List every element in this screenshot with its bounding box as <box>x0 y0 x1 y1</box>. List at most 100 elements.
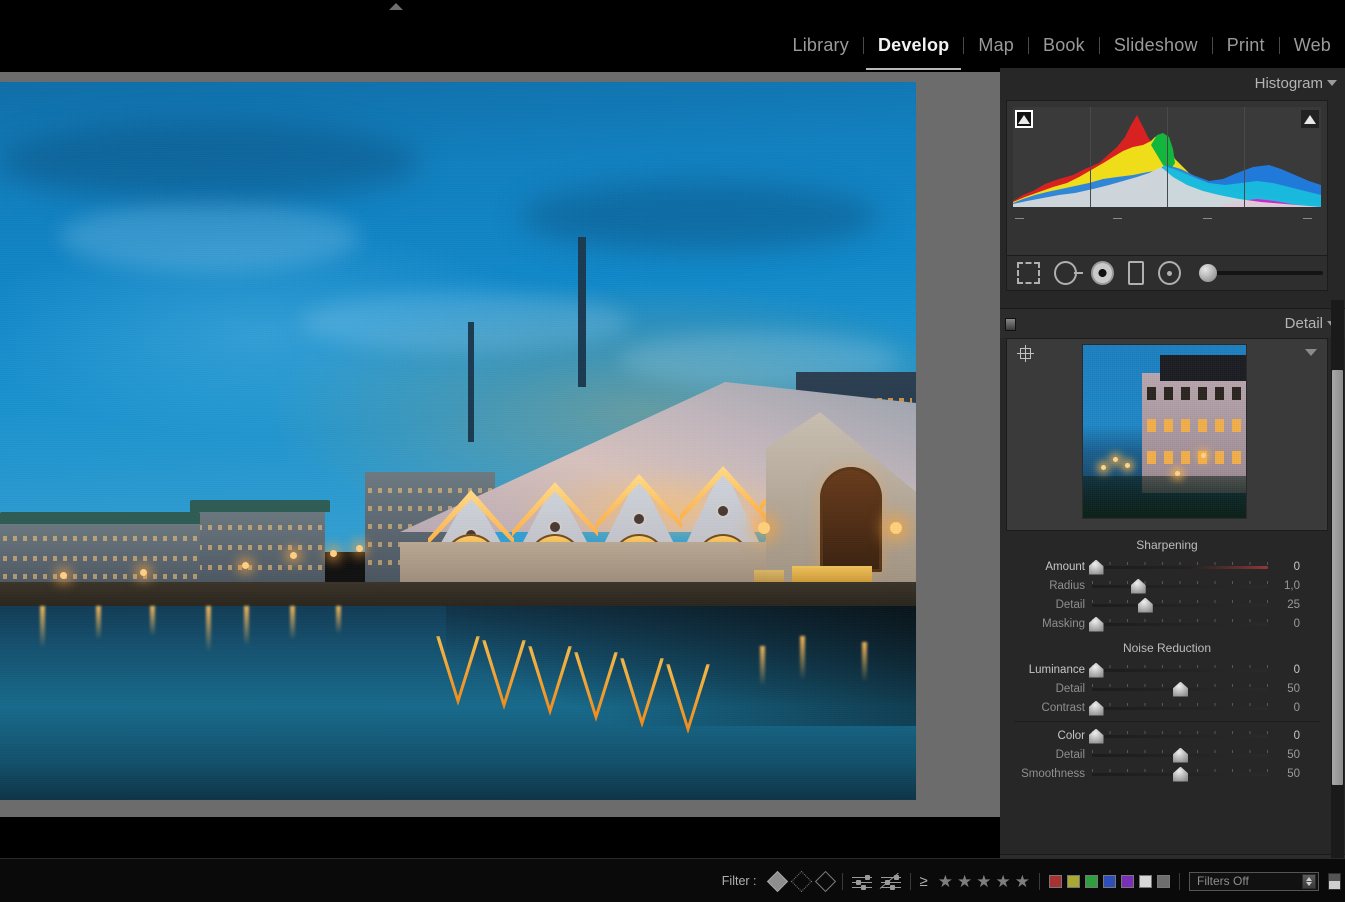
shadow-clipping-indicator[interactable] <box>1015 110 1033 128</box>
star-icon[interactable]: ★ <box>976 873 991 890</box>
noise-reduction-title: Noise Reduction <box>1122 641 1212 655</box>
flag-picked-icon[interactable] <box>766 870 788 892</box>
slider-value[interactable]: 50 <box>1268 683 1308 695</box>
star-rating-filter[interactable]: ★ ★ ★ ★ ★ <box>938 873 1030 890</box>
radial-filter-icon[interactable] <box>1158 261 1182 285</box>
color-label-swatch[interactable] <box>1085 874 1098 888</box>
preview-triangle-down-icon[interactable] <box>1305 349 1317 356</box>
star-icon[interactable]: ★ <box>1015 873 1030 890</box>
target-crosshair-icon[interactable] <box>1017 345 1034 362</box>
color-label-swatch[interactable] <box>1121 874 1134 888</box>
slider-value[interactable]: 0 <box>1268 618 1308 630</box>
module-library[interactable]: Library <box>779 35 863 56</box>
edited-photos-icon[interactable] <box>851 874 872 890</box>
slider-track[interactable] <box>1092 597 1268 613</box>
slider-label: Masking <box>1042 617 1085 630</box>
slider-value[interactable]: 50 <box>1268 768 1308 780</box>
filters-dropdown[interactable]: Filters Off <box>1189 871 1319 891</box>
slider-track[interactable] <box>1088 700 1268 716</box>
module-map[interactable]: Map <box>964 35 1028 56</box>
color-label-swatch[interactable] <box>1157 874 1170 888</box>
light-reflection-streak <box>244 606 249 646</box>
slider-track[interactable] <box>1092 766 1268 782</box>
histogram-graph[interactable] <box>1013 107 1321 207</box>
detail-panel-header[interactable]: Detail <box>1000 308 1345 338</box>
feskekorka-building <box>300 382 916 612</box>
slider-luminance[interactable]: Luminance 0 <box>1006 660 1328 679</box>
slider-label: Detail <box>1055 682 1085 695</box>
slider-value[interactable]: 50 <box>1268 749 1308 761</box>
module-slideshow[interactable]: Slideshow <box>1100 35 1212 56</box>
star-icon[interactable]: ★ <box>996 873 1011 890</box>
preview-lamp <box>1125 463 1130 468</box>
triangle-down-icon[interactable] <box>1327 80 1337 86</box>
crop-icon[interactable] <box>1017 262 1040 284</box>
module-develop[interactable]: Develop <box>864 35 963 56</box>
thumbnail-badge-icon[interactable] <box>1328 872 1341 890</box>
slider-amount[interactable]: Amount 0 <box>1006 557 1328 576</box>
slider-track[interactable] <box>1088 559 1268 575</box>
color-label-swatch[interactable] <box>1103 874 1116 888</box>
top-panel-toggle-icon[interactable] <box>389 3 403 10</box>
sharpening-title: Sharpening <box>1136 538 1198 552</box>
color-label-swatch[interactable] <box>1139 874 1152 888</box>
divider <box>1179 872 1180 890</box>
module-navigation: Library Develop Map Book Slideshow Print Web <box>779 28 1345 62</box>
slider-value[interactable]: 0 <box>1268 561 1308 573</box>
right-panel-scrollbar[interactable] <box>1331 300 1344 858</box>
flag-unflagged-icon[interactable] <box>790 870 812 892</box>
slider-masking[interactable]: Masking 0 <box>1006 614 1328 633</box>
divider <box>1039 872 1040 890</box>
module-web[interactable]: Web <box>1280 35 1345 56</box>
scrollbar-thumb[interactable] <box>1332 370 1343 785</box>
star-icon[interactable]: ★ <box>957 873 972 890</box>
color-label-swatch[interactable] <box>1049 874 1062 888</box>
detail-zoom-preview[interactable] <box>1082 344 1247 519</box>
unedited-photos-icon[interactable] <box>879 872 901 890</box>
light-reflection-streak <box>96 606 101 640</box>
module-book[interactable]: Book <box>1029 35 1099 56</box>
graduated-filter-icon[interactable] <box>1127 261 1145 285</box>
light-reflection-streak <box>206 606 211 652</box>
highlight-clipping-indicator[interactable] <box>1301 110 1319 128</box>
slider-value[interactable]: 0 <box>1268 730 1308 742</box>
slider-track[interactable] <box>1092 578 1268 594</box>
module-print[interactable]: Print <box>1213 35 1279 56</box>
divider <box>909 872 911 890</box>
spot-removal-icon[interactable] <box>1053 261 1083 285</box>
slider-value[interactable]: 25 <box>1268 599 1308 611</box>
slider-track[interactable] <box>1092 747 1268 763</box>
slider-value[interactable]: 0 <box>1268 702 1308 714</box>
slider-color[interactable]: Color 0 <box>1006 726 1328 745</box>
light-reflection-streak <box>800 636 805 680</box>
slider-value[interactable]: 1,0 <box>1268 580 1308 592</box>
divider <box>1014 721 1320 722</box>
rating-operator[interactable]: ≥ <box>920 873 928 890</box>
light-reflection-streak <box>862 642 867 682</box>
filters-dropdown-value: Filters Off <box>1197 874 1249 888</box>
slider-detail[interactable]: Detail 50 <box>1006 745 1328 764</box>
stepper-icon[interactable] <box>1302 873 1316 889</box>
preview-lamp <box>1113 457 1118 462</box>
slider-contrast[interactable]: Contrast 0 <box>1006 698 1328 717</box>
slider-detail[interactable]: Detail 50 <box>1006 679 1328 698</box>
slider-track[interactable] <box>1088 662 1268 678</box>
color-label-swatch[interactable] <box>1067 874 1080 888</box>
slider-value[interactable]: 0 <box>1268 664 1308 676</box>
red-eye-icon[interactable] <box>1090 261 1114 285</box>
slider-track[interactable] <box>1088 728 1268 744</box>
slider-track[interactable] <box>1092 681 1268 697</box>
slider-track[interactable] <box>1088 616 1268 632</box>
slider-radius[interactable]: Radius 1,0 <box>1006 576 1328 595</box>
preview-building <box>1142 373 1246 493</box>
histogram-panel-header[interactable]: Histogram <box>1000 68 1345 98</box>
star-icon[interactable]: ★ <box>938 873 953 890</box>
brush-icon[interactable] <box>1199 262 1327 284</box>
slider-smoothness[interactable]: Smoothness 50 <box>1006 764 1328 783</box>
flag-rejected-icon[interactable] <box>814 870 836 892</box>
detail-panel-switch[interactable] <box>1005 318 1016 331</box>
street-light <box>60 572 67 579</box>
noise-reduction-section: Noise Reduction Luminance 0 Detail 50 Contra… <box>1006 634 1328 783</box>
slider-detail[interactable]: Detail 25 <box>1006 595 1328 614</box>
photo-preview[interactable] <box>0 82 916 800</box>
